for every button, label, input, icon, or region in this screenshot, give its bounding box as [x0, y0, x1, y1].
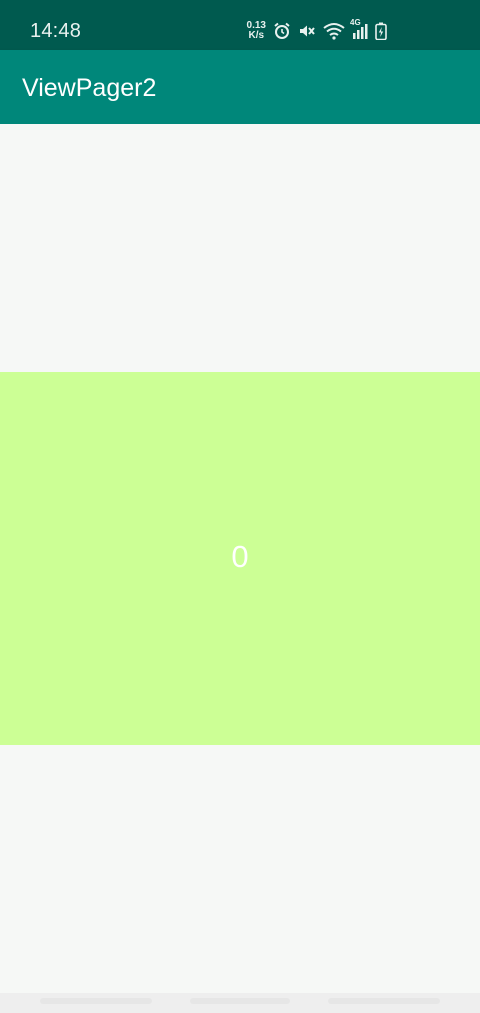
status-bar: 14:48 0.13 K/s 4G — [0, 0, 480, 50]
page-number-label: 0 — [231, 539, 249, 574]
network-type-label: 4G — [350, 18, 361, 27]
navigation-bar — [0, 993, 480, 1013]
wifi-icon — [323, 21, 345, 41]
nav-back-button[interactable] — [40, 998, 152, 1004]
signal-icon: 4G — [350, 18, 368, 41]
nav-recents-button[interactable] — [328, 998, 440, 1004]
app-title: ViewPager2 — [22, 74, 157, 102]
nav-home-button[interactable] — [190, 998, 290, 1004]
app-bar: ViewPager2 — [0, 50, 480, 124]
status-time: 14:48 — [30, 20, 82, 42]
network-speed-unit: K/s — [248, 30, 265, 41]
network-speed: 0.13 K/s — [247, 21, 266, 41]
alarm-icon — [273, 21, 291, 41]
pager-page[interactable]: 0 — [0, 372, 480, 745]
battery-charging-icon — [375, 21, 387, 41]
status-icons: 0.13 K/s 4G — [247, 18, 387, 42]
view-pager[interactable]: 0 — [0, 124, 480, 993]
mute-icon — [298, 21, 316, 41]
